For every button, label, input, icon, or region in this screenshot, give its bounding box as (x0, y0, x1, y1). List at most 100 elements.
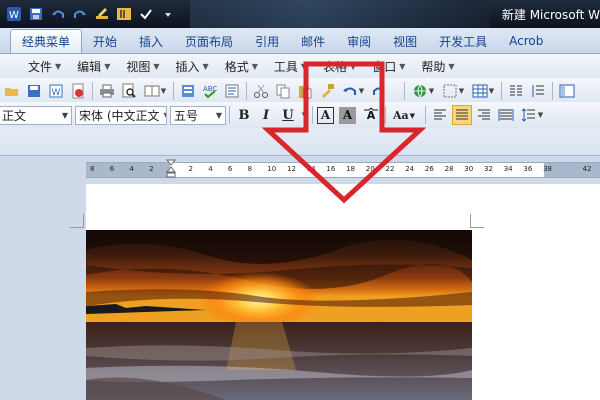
ruler-tick-label: 8 (247, 165, 253, 173)
page-corner-mark (470, 214, 484, 228)
ruler-tick-label: 38 (543, 165, 553, 173)
ruler-tick-label: 42 (582, 165, 592, 173)
page-corner-mark (70, 214, 84, 228)
indent-marker-icon[interactable] (166, 159, 176, 179)
font-size-select[interactable]: 五号 ▼ (170, 105, 226, 125)
toolbar-separator (246, 81, 247, 100)
translate-icon[interactable] (222, 81, 242, 101)
toolbar-separator (501, 81, 502, 100)
chevron-down-icon: ▼ (164, 111, 167, 120)
toolbar-separator (173, 81, 174, 100)
borders-dropdown[interactable]: ▼ (439, 81, 467, 101)
chevron-down-icon: ▼ (251, 61, 258, 71)
font-select[interactable]: 宋体 (中文正文 ▼ (75, 105, 167, 125)
permission-icon[interactable]: W (46, 81, 66, 101)
sunset-beach-image[interactable] (86, 230, 472, 400)
style-select[interactable]: 正文 ▼ (0, 105, 72, 125)
chevron-down-icon: ▼ (202, 61, 209, 71)
align-left-icon[interactable] (430, 105, 450, 125)
svg-text:W: W (52, 88, 61, 98)
menu-label: 编辑 (77, 59, 102, 74)
chevron-down-icon: ▼ (458, 86, 465, 95)
tab-review[interactable]: 审阅 (336, 29, 382, 53)
redo-icon[interactable] (70, 4, 90, 24)
document-area (0, 184, 600, 400)
paragraph-mark-icon[interactable] (114, 4, 134, 24)
table-dropdown[interactable]: ▼ (469, 81, 497, 101)
toolbar-separator (92, 81, 93, 100)
export-pdf-icon[interactable] (68, 81, 88, 101)
open-icon[interactable] (2, 81, 22, 101)
print-icon[interactable] (97, 81, 117, 101)
bold-button[interactable]: B (234, 105, 254, 125)
menu-label: 文件 (28, 59, 53, 74)
format-painter-icon[interactable] (92, 4, 112, 24)
ruler-tick-label: 6 (109, 165, 115, 173)
ruler-tick-label: 26 (424, 165, 434, 173)
ruler-tick-label: 28 (444, 165, 454, 173)
menu-insert[interactable]: 插入 ▼ (168, 58, 217, 75)
style-value: 正文 (2, 108, 27, 123)
tab-references[interactable]: 引用 (244, 29, 290, 53)
tab-home[interactable]: 开始 (82, 29, 128, 53)
chevron-down-icon: ▼ (537, 111, 544, 119)
justify-icon[interactable] (452, 105, 472, 125)
line-spacing-dropdown[interactable]: ▼ (518, 105, 546, 125)
tab-developer[interactable]: 开发工具 (428, 29, 498, 53)
down-arrow-overlay-icon (262, 61, 426, 204)
ruler-tick-label: 34 (503, 165, 513, 173)
ruler-tick-label: 30 (464, 165, 474, 173)
menu-label: 视图 (126, 59, 151, 74)
chevron-down-icon: ▼ (104, 61, 111, 71)
document-map-icon[interactable] (557, 81, 577, 101)
ruler-tick-label: 32 (484, 165, 493, 173)
chevron-down-icon: ▼ (160, 86, 167, 95)
line-spacing-icon[interactable] (528, 81, 548, 101)
ruler-tick-label: 2 (188, 165, 193, 173)
toolbar-separator (229, 106, 230, 124)
spelling-check-icon[interactable]: ABC (200, 81, 220, 101)
chevron-down-icon: ▼ (428, 86, 435, 95)
save-icon[interactable] (26, 4, 46, 24)
tab-page-layout[interactable]: 页面布局 (174, 29, 244, 53)
menu-format[interactable]: 格式 ▼ (217, 58, 266, 75)
columns-icon[interactable] (506, 81, 526, 101)
menu-view[interactable]: 视图 ▼ (118, 58, 167, 75)
save-icon[interactable] (24, 81, 44, 101)
ruler-tick-label: 2 (149, 165, 154, 173)
menu-file[interactable]: 文件 ▼ (20, 58, 69, 75)
print-preview-icon[interactable] (119, 81, 139, 101)
customize-qat-icon[interactable] (158, 4, 178, 24)
tab-view[interactable]: 视图 (382, 29, 428, 53)
title-bar: W 新建 Microsoft W (0, 0, 600, 28)
chevron-down-icon: ▼ (55, 61, 62, 71)
research-icon[interactable] (178, 81, 198, 101)
ribbon-tab-bar: 经典菜单 开始 插入 页面布局 引用 邮件 审阅 视图 开发工具 Acrob (0, 28, 600, 54)
quick-access-toolbar: W (4, 4, 178, 24)
chevron-down-icon: ▼ (215, 110, 222, 120)
ruler-tick-label: 4 (208, 165, 213, 173)
ruler-left-margin (86, 163, 170, 177)
word-logo-icon[interactable]: W (4, 4, 24, 24)
menu-label: 插入 (175, 59, 200, 74)
toolbar-separator (552, 81, 553, 100)
align-right-icon[interactable] (474, 105, 494, 125)
ruler-tick-label: 4 (129, 165, 134, 173)
tab-classic-menu[interactable]: 经典菜单 (10, 29, 83, 53)
distributed-align-icon[interactable] (496, 105, 516, 125)
tab-mailings[interactable]: 邮件 (290, 29, 336, 53)
ruler-tick-label: 6 (227, 165, 233, 173)
undo-icon[interactable] (48, 4, 68, 24)
font-value: 宋体 (中文正文 (79, 108, 160, 123)
ruler-tick-label: 36 (523, 165, 533, 173)
tab-acrobat[interactable]: Acrob (498, 29, 554, 53)
chevron-down-icon: ▼ (153, 61, 160, 71)
menu-label: 格式 (224, 59, 249, 74)
svg-text:W: W (9, 10, 19, 21)
sunset-photo-graphic (86, 230, 472, 400)
show-hide-icon[interactable] (136, 4, 156, 24)
read-mode-dropdown[interactable]: ▼ (141, 81, 169, 101)
window-title: 新建 Microsoft W (501, 8, 600, 22)
tab-insert[interactable]: 插入 (128, 29, 174, 53)
menu-edit[interactable]: 编辑 ▼ (69, 58, 118, 75)
